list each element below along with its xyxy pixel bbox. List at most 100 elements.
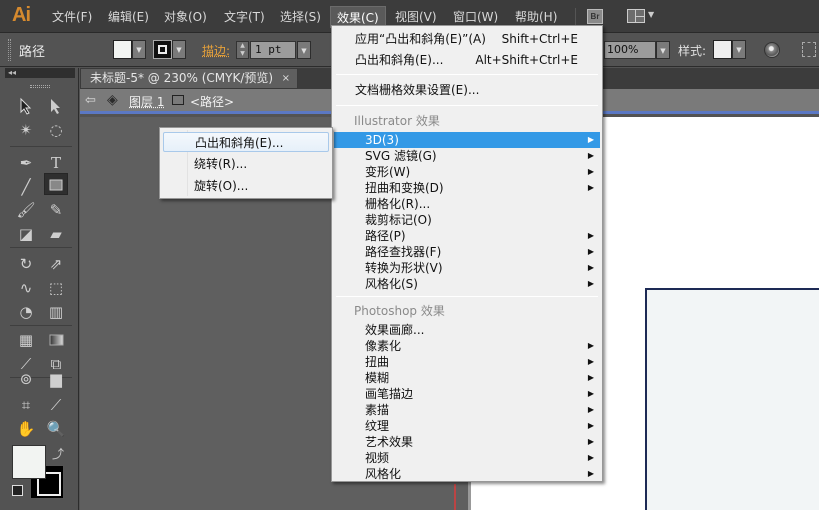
stroke-dropdown-arrow[interactable]: ▼ bbox=[172, 40, 186, 59]
slice-tool[interactable]: ⟋ bbox=[44, 394, 68, 416]
menu-file[interactable]: 文件(F) bbox=[46, 6, 98, 28]
menu-item-photoshop-2[interactable]: 扭曲 ▶ bbox=[334, 354, 600, 370]
menu-item-label: 风格化 bbox=[365, 467, 402, 481]
menu-item-photoshop-4[interactable]: 画笔描边 ▶ bbox=[334, 386, 600, 402]
menu-item-photoshop-8[interactable]: 视频 ▶ bbox=[334, 450, 600, 466]
menu-item-photoshop-5[interactable]: 素描 ▶ bbox=[334, 402, 600, 418]
submenu-item-extrude-bevel[interactable]: 凸出和斜角(E)... bbox=[163, 132, 329, 152]
menu-item-illustrator-0[interactable]: 3D(3) ▶ bbox=[334, 132, 600, 148]
stroke-weight-input[interactable]: 1 pt bbox=[250, 41, 296, 59]
menu-item-photoshop-3[interactable]: 模糊 ▶ bbox=[334, 370, 600, 386]
warp-tool[interactable]: ∿ bbox=[14, 277, 38, 299]
document-tab-title: 未标题-5* @ 230% (CMYK/预览) bbox=[90, 71, 274, 85]
selected-rectangle-shape[interactable] bbox=[645, 288, 819, 510]
direct-selection-tool[interactable] bbox=[44, 95, 68, 117]
menu-select[interactable]: 选择(S) bbox=[274, 6, 327, 28]
hand-tool[interactable]: ✋ bbox=[14, 418, 38, 440]
menu-separator bbox=[336, 296, 598, 297]
menu-item-illustrator-1[interactable]: SVG 滤镜(G) ▶ bbox=[334, 148, 600, 164]
artboard-tool[interactable]: ⌗ bbox=[14, 394, 38, 416]
document-tab[interactable]: 未标题-5* @ 230% (CMYK/预览) × bbox=[80, 68, 298, 89]
photoshop-effects-header: Photoshop 效果 bbox=[354, 304, 445, 318]
menu-item-illustrator-7[interactable]: 路径查找器(F) ▶ bbox=[334, 244, 600, 260]
back-arrow-icon[interactable]: ⇦ bbox=[85, 93, 96, 108]
eraser-tool[interactable]: ▰ bbox=[44, 223, 68, 245]
menu-item-apply-last-effect[interactable]: 应用“凸出和斜角(E)”(A) Shift+Ctrl+E bbox=[334, 31, 600, 47]
opacity-dropdown[interactable]: ▼ bbox=[656, 41, 670, 59]
scale-tool[interactable]: ⇗ bbox=[44, 253, 68, 275]
menu-item-photoshop-6[interactable]: 纹理 ▶ bbox=[334, 418, 600, 434]
menu-item-illustrator-3[interactable]: 扭曲和变换(D) ▶ bbox=[334, 180, 600, 196]
type-tool[interactable]: T bbox=[44, 152, 68, 174]
close-icon[interactable]: × bbox=[282, 69, 290, 88]
perspective-grid-tool[interactable]: ▥ bbox=[44, 301, 68, 323]
menu-item-illustrator-2[interactable]: 变形(W) ▶ bbox=[334, 164, 600, 180]
workspace-layout-icon[interactable] bbox=[627, 9, 645, 23]
line-tool[interactable]: ╱ bbox=[14, 176, 38, 198]
pen-tool[interactable]: ✒ bbox=[14, 152, 38, 174]
gradient-icon bbox=[49, 334, 64, 346]
submenu-arrow-icon: ▶ bbox=[587, 183, 594, 192]
menu-item-photoshop-7[interactable]: 艺术效果 ▶ bbox=[334, 434, 600, 450]
rectangle-tool[interactable] bbox=[44, 173, 68, 195]
fill-dropdown-arrow[interactable]: ▼ bbox=[132, 40, 146, 59]
stroke-color-swatch[interactable] bbox=[153, 40, 172, 59]
menu-item-raster-settings[interactable]: 文档栅格效果设置(E)... bbox=[334, 82, 600, 98]
stroke-label[interactable]: 描边: bbox=[202, 42, 230, 59]
tools-collapse-button[interactable]: ◂◂ bbox=[5, 68, 75, 78]
magic-wand-tool[interactable]: ✴ bbox=[14, 119, 38, 141]
fill-color-swatch[interactable] bbox=[113, 40, 132, 59]
opacity-input[interactable]: 100% bbox=[604, 41, 656, 59]
lasso-tool[interactable]: ◌ bbox=[44, 119, 68, 141]
panel-grip[interactable] bbox=[8, 39, 11, 61]
recolor-artwork-icon[interactable] bbox=[764, 42, 780, 58]
menu-item-photoshop-9[interactable]: 风格化 ▶ bbox=[334, 466, 600, 482]
style-dropdown[interactable]: ▼ bbox=[732, 40, 746, 59]
menu-item-illustrator-9[interactable]: 风格化(S) ▶ bbox=[334, 276, 600, 292]
breadcrumb-path[interactable]: <路径> bbox=[190, 93, 234, 110]
stroke-weight-stepper[interactable]: ▲ ▼ bbox=[236, 41, 249, 59]
selection-tool[interactable] bbox=[14, 95, 38, 117]
free-transform-tool[interactable]: ⬚ bbox=[44, 277, 68, 299]
menu-item-illustrator-6[interactable]: 路径(P) ▶ bbox=[334, 228, 600, 244]
rectangle-icon bbox=[49, 179, 63, 191]
submenu-arrow-icon: ▶ bbox=[587, 151, 594, 160]
swap-fill-stroke-icon[interactable]: ⤴ bbox=[52, 445, 64, 462]
isolate-object-icon[interactable] bbox=[802, 42, 816, 57]
blob-brush-tool[interactable]: ◪ bbox=[14, 223, 38, 245]
submenu-arrow-icon: ▶ bbox=[587, 247, 594, 256]
stroke-swatch-inner bbox=[158, 45, 167, 54]
style-swatch[interactable] bbox=[713, 40, 732, 59]
mesh-tool[interactable]: ▦ bbox=[14, 329, 38, 351]
bridge-icon[interactable]: Br bbox=[587, 9, 603, 24]
column-graph-tool[interactable]: ▆ bbox=[44, 368, 68, 390]
rotate-tool[interactable]: ↻ bbox=[14, 253, 38, 275]
tools-grip[interactable] bbox=[30, 85, 50, 88]
paintbrush-tool[interactable]: 🖌 bbox=[14, 199, 38, 221]
submenu-item-revolve[interactable]: 绕转(R)... bbox=[163, 154, 329, 174]
menu-item-label: 模糊 bbox=[365, 371, 390, 385]
zoom-tool[interactable]: 🔍 bbox=[44, 418, 68, 440]
shape-builder-tool[interactable]: ◔ bbox=[14, 301, 38, 323]
menu-item-photoshop-0[interactable]: 效果画廊... bbox=[334, 322, 600, 338]
submenu-item-rotate[interactable]: 旋转(O)... bbox=[163, 176, 329, 196]
menu-item-illustrator-4[interactable]: 栅格化(R)... bbox=[334, 196, 600, 212]
gradient-tool[interactable] bbox=[44, 329, 68, 351]
menu-item-illustrator-8[interactable]: 转换为形状(V) ▶ bbox=[334, 260, 600, 276]
menu-item-label: 艺术效果 bbox=[365, 435, 414, 449]
breadcrumb-layer[interactable]: 图层 1 bbox=[129, 93, 164, 110]
default-colors-icon[interactable] bbox=[12, 485, 23, 496]
menu-object[interactable]: 对象(O) bbox=[158, 6, 213, 28]
menu-type[interactable]: 文字(T) bbox=[218, 6, 271, 28]
menu-item-last-effect[interactable]: 凸出和斜角(E)... Alt+Shift+Ctrl+E bbox=[334, 52, 600, 68]
menu-item-photoshop-1[interactable]: 像素化 ▶ bbox=[334, 338, 600, 354]
pencil-tool[interactable]: ✎ bbox=[44, 199, 68, 221]
symbol-sprayer-icon[interactable]: ⊚ bbox=[14, 368, 38, 390]
fill-color-box[interactable] bbox=[12, 445, 46, 479]
menu-item-illustrator-5[interactable]: 裁剪标记(O) bbox=[334, 212, 600, 228]
chevron-down-icon[interactable]: ▼ bbox=[648, 10, 654, 19]
layers-icon: ◈ bbox=[107, 92, 118, 108]
menu-edit[interactable]: 编辑(E) bbox=[102, 6, 155, 28]
menu-item-label: 3D(3) bbox=[365, 133, 399, 147]
stroke-weight-dropdown[interactable]: ▼ bbox=[297, 41, 311, 59]
